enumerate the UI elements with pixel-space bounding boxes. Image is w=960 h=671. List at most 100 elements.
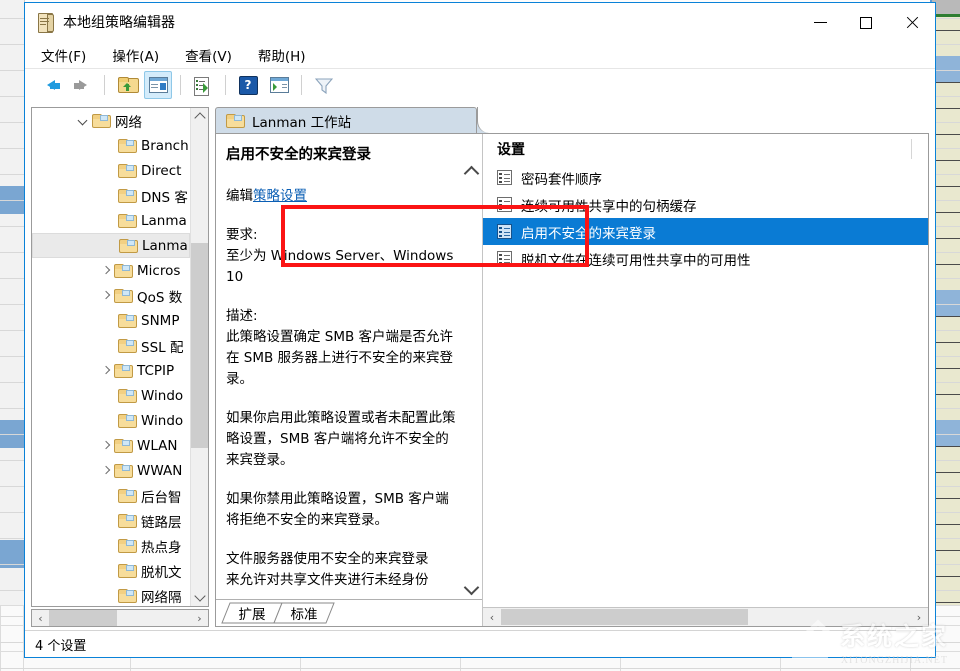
tree-item-windows-a[interactable]: Windo — [32, 383, 190, 408]
show-hide-console-tree-button[interactable] — [144, 71, 172, 99]
chevron-right-icon[interactable] — [98, 463, 114, 479]
settings-list-header: 设置 — [483, 134, 928, 164]
settings-row-cipher-suite-order[interactable]: 密码套件顺序 — [483, 164, 928, 191]
tree-hscroll-thumb[interactable] — [49, 610, 117, 626]
background-row-divider — [932, 134, 960, 135]
tree-item-wlan[interactable]: WLAN — [32, 433, 190, 458]
tree-scroll-right-button[interactable]: › — [191, 610, 208, 626]
tree-item-tcpip[interactable]: TCPIP — [32, 358, 190, 383]
policy-setting-icon — [497, 251, 512, 266]
settings-hscroll-thumb[interactable] — [501, 609, 748, 625]
settings-scroll-left-button[interactable]: ‹ — [483, 609, 501, 625]
tree-item-offline-files[interactable]: 脱机文 — [32, 558, 190, 583]
background-row-divider — [932, 160, 960, 161]
run-button[interactable] — [265, 71, 293, 99]
edit-policy-line: 编辑策略设置 — [226, 186, 456, 207]
tree-item-label: SSL 配 — [141, 339, 184, 356]
tree-item-hotspot-auth[interactable]: 热点身 — [32, 533, 190, 558]
tab-standard[interactable]: 标准 — [272, 602, 336, 624]
description-scroll-up-button[interactable] — [462, 162, 480, 181]
tree-item-microsoft[interactable]: Micros — [32, 258, 190, 283]
tree-item-label: Lanma — [142, 237, 188, 254]
settings-scroll-right-button[interactable]: › — [910, 609, 928, 625]
description-paragraph-3: 如果你禁用此策略设置，SMB 客户端将拒绝不安全的来宾登录。 — [226, 491, 449, 528]
menu-help[interactable]: 帮助(H) — [256, 43, 308, 67]
tree-item-lanman-server[interactable]: Lanma — [32, 208, 190, 233]
chevron-right-icon[interactable] — [98, 263, 114, 279]
tree-item-label: WLAN — [137, 437, 178, 454]
policy-setting-link[interactable]: 策略设置 — [253, 188, 307, 204]
tree-scroll-down-button[interactable] — [191, 589, 208, 606]
tree-item-lanman-workstation[interactable]: Lanma — [32, 233, 190, 258]
menu-file[interactable]: 文件(F) — [39, 43, 88, 67]
document-policy-icon — [37, 12, 54, 33]
tree-item-qos[interactable]: QoS 数 — [32, 283, 190, 308]
tree-item-label: 后台智 — [141, 489, 182, 506]
requirements-text: 至少为 Windows Server、Windows 10 — [226, 248, 454, 285]
chevron-down-icon[interactable] — [76, 113, 92, 129]
folder-icon — [114, 463, 133, 478]
tree-item-bits[interactable]: 后台智 — [32, 483, 190, 508]
tree-horizontal-scrollbar[interactable]: ‹ › — [31, 609, 209, 627]
filter-button[interactable] — [310, 71, 338, 99]
close-icon — [905, 16, 919, 30]
chevron-down-icon — [463, 579, 479, 595]
tree-item-directaccess[interactable]: Direct — [32, 158, 190, 183]
policy-description-pane: 启用不安全的来宾登录 编辑策略设置 要求: 至少为 Windows Server… — [216, 134, 482, 600]
settings-horizontal-scrollbar[interactable]: ‹ › — [483, 607, 928, 626]
tree-item-branchcache[interactable]: Branch — [32, 133, 190, 158]
detail-box: 启用不安全的来宾登录 编辑策略设置 要求: 至少为 Windows Server… — [215, 133, 929, 627]
tree-scroll-thumb[interactable] — [191, 243, 208, 448]
tree-item-windows-b[interactable]: Windo — [32, 408, 190, 433]
tree-item-label: Windo — [141, 387, 184, 404]
tree-scroll-left-button[interactable]: ‹ — [32, 610, 49, 626]
chevron-right-icon[interactable] — [98, 288, 114, 304]
window-title: 本地组策略编辑器 — [63, 15, 175, 31]
detail-tab-header[interactable]: Lanman 工作站 — [215, 107, 477, 133]
status-text: 4 个设置 — [35, 638, 87, 654]
detail-footer-tabs: 扩展 标准 — [216, 599, 482, 626]
up-one-level-button[interactable] — [113, 71, 141, 99]
policy-setting-icon — [497, 197, 512, 212]
run-icon — [269, 77, 289, 93]
background-row-divider — [932, 446, 960, 447]
help-button[interactable]: ? — [234, 71, 262, 99]
settings-row-label: 启用不安全的来宾登录 — [521, 225, 656, 242]
settings-row-handle-caching[interactable]: 连续可用性共享中的句柄缓存 — [483, 191, 928, 218]
tree-item-wwan[interactable]: WWAN — [32, 458, 190, 483]
tree-item-label: TCPIP — [137, 362, 175, 379]
tree-vertical-scrollbar[interactable] — [190, 108, 208, 606]
forward-button[interactable] — [68, 71, 96, 99]
tree-scroll-up-button[interactable] — [191, 108, 208, 125]
tree-item-network-isolation[interactable]: 网络隔 — [32, 583, 190, 606]
tree-item-ssl-config[interactable]: SSL 配 — [32, 333, 190, 358]
title-bar: 本地组策略编辑器 — [25, 3, 935, 42]
maximize-button[interactable] — [843, 3, 889, 42]
close-button[interactable] — [889, 3, 935, 42]
console-tree-panel: 网络 Branch Direct DNS 客 Lanma Lanma Micro… — [31, 107, 209, 607]
tree-item-link-layer[interactable]: 链路层 — [32, 508, 190, 533]
menu-action[interactable]: 操作(A) — [110, 43, 161, 67]
minimize-button[interactable] — [797, 3, 843, 42]
description-vertical-scrollbar[interactable] — [462, 162, 480, 598]
back-button[interactable] — [37, 71, 65, 99]
background-row-divider — [932, 108, 960, 109]
console-tree-list[interactable]: 网络 Branch Direct DNS 客 Lanma Lanma Micro… — [32, 108, 190, 606]
background-row-divider — [932, 238, 960, 239]
tree-item-network[interactable]: 网络 — [32, 108, 190, 133]
chevron-right-icon[interactable] — [98, 363, 114, 379]
export-list-button[interactable] — [189, 71, 217, 99]
description-paragraph-1: 此策略设置确定 SMB 客户端是否允许在 SMB 服务器上进行不安全的来宾登录。 — [226, 329, 454, 387]
window-controls — [797, 3, 935, 42]
description-scroll-down-button[interactable] — [462, 579, 480, 598]
description-block: 描述: 此策略设置确定 SMB 客户端是否允许在 SMB 服务器上进行不安全的来… — [226, 306, 456, 390]
menu-view[interactable]: 查看(V) — [183, 43, 234, 67]
tree-item-label: 网络 — [115, 114, 142, 131]
background-row-divider — [932, 472, 960, 473]
tree-item-dns-client[interactable]: DNS 客 — [32, 183, 190, 208]
chevron-right-icon[interactable] — [98, 438, 114, 454]
settings-row-offline-files-availability[interactable]: 脱机文件在连续可用性共享中的可用性 — [483, 245, 928, 272]
background-row-divider — [932, 264, 960, 265]
settings-row-insecure-guest-logons[interactable]: 启用不安全的来宾登录 — [483, 218, 928, 245]
tree-item-snmp[interactable]: SNMP — [32, 308, 190, 333]
